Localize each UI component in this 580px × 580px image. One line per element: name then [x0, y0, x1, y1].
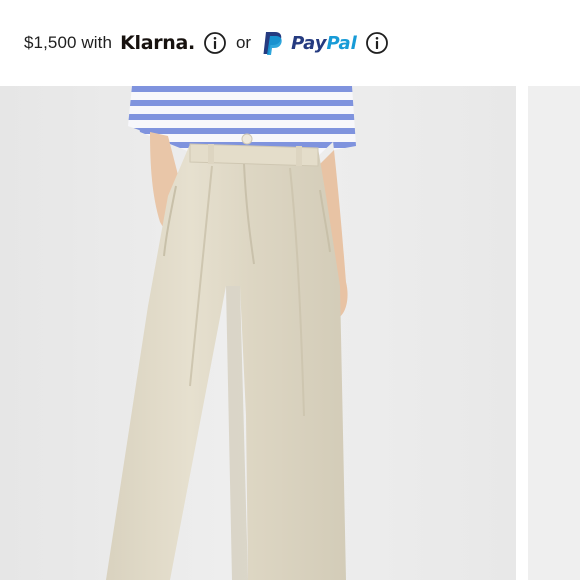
installment-price-text: $1,500 with — [24, 33, 113, 52]
paypal-p-icon — [263, 32, 282, 55]
paypal-pal-text: Pal — [326, 32, 357, 54]
paypal-info-icon[interactable] — [365, 31, 389, 55]
product-photo-main[interactable] — [0, 86, 516, 580]
waist-button — [241, 133, 253, 145]
product-photo-illustration — [0, 86, 516, 580]
klarna-logo: Klarna. — [120, 32, 195, 54]
paypal-logo: PayPal — [261, 30, 357, 56]
product-photo-next[interactable] — [528, 86, 580, 580]
paypal-wordmark: PayPal — [291, 33, 357, 54]
or-separator: or — [235, 33, 252, 52]
paypal-pay-text: Pay — [291, 32, 327, 54]
product-image-gallery[interactable] — [0, 86, 580, 580]
payment-options-row: $1,500 with Klarna. or PayPal — [24, 26, 389, 60]
klarna-info-icon[interactable] — [203, 31, 227, 55]
